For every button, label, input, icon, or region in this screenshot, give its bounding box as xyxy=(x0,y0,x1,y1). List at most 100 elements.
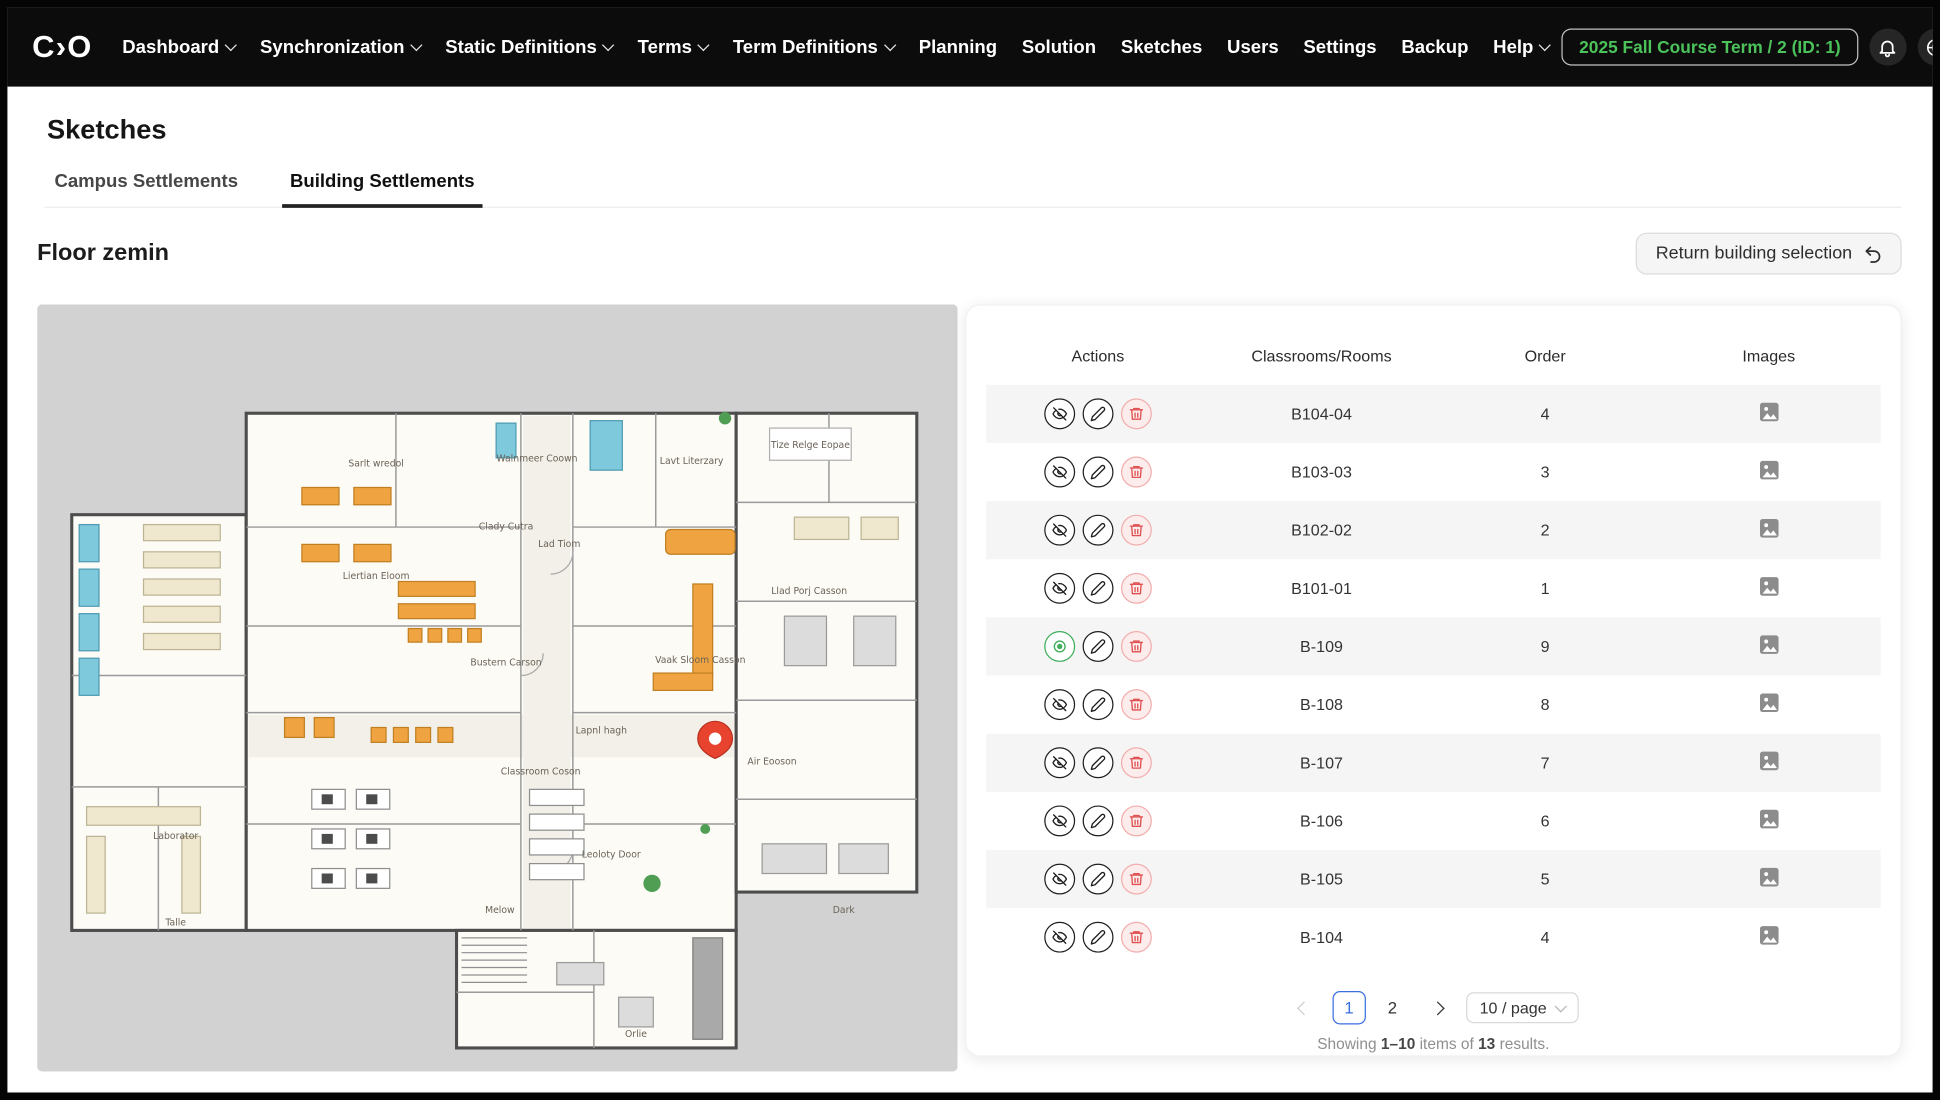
summary-total: 13 xyxy=(1478,1036,1495,1053)
delete-room-button[interactable] xyxy=(1121,515,1152,546)
pagination-prev-button[interactable] xyxy=(1288,992,1320,1024)
edit-room-button[interactable] xyxy=(1082,515,1113,546)
page-size-select[interactable]: 10 / page xyxy=(1466,992,1579,1023)
room-image-icon[interactable] xyxy=(1756,574,1781,599)
toggle-visibility-button[interactable] xyxy=(1044,747,1075,778)
room-label: Lavt Literzary xyxy=(660,456,724,467)
chevron-down-icon xyxy=(698,39,710,51)
room-image-icon[interactable] xyxy=(1756,400,1781,425)
edit-room-button[interactable] xyxy=(1082,864,1113,895)
toggle-visibility-button[interactable] xyxy=(1044,689,1075,720)
room-image-icon[interactable] xyxy=(1756,516,1781,541)
notifications-bell-icon[interactable] xyxy=(1869,28,1906,65)
room-image-icon[interactable] xyxy=(1756,690,1781,715)
language-globe-icon[interactable] xyxy=(1917,28,1932,65)
chevron-down-icon xyxy=(1555,1000,1567,1012)
floor-plan-canvas[interactable]: Sarlt wredol Walnmeer Coown Lavt Literza… xyxy=(37,304,958,1071)
delete-room-button[interactable] xyxy=(1121,398,1152,429)
active-term-badge[interactable]: 2025 Fall Course Term / 2 (ID: 1) xyxy=(1562,28,1858,65)
column-header-order: Order xyxy=(1433,325,1657,384)
panels-row: Sarlt wredol Walnmeer Coown Lavt Literza… xyxy=(37,304,1902,1071)
page-title: Sketches xyxy=(47,114,1902,146)
toggle-visibility-button[interactable] xyxy=(1044,398,1075,429)
table-row: B-106 6 xyxy=(986,792,1881,850)
room-image-icon[interactable] xyxy=(1756,749,1781,774)
room-name: B104-04 xyxy=(1210,385,1434,443)
edit-room-button[interactable] xyxy=(1082,398,1113,429)
edit-room-button[interactable] xyxy=(1082,689,1113,720)
chevron-down-icon xyxy=(410,39,422,51)
room-label: Air Eooson xyxy=(747,757,796,768)
nav-item-term-definitions[interactable]: Term Definitions xyxy=(720,36,906,57)
nav-item-backup[interactable]: Backup xyxy=(1389,36,1481,57)
nav-item-label: Solution xyxy=(1022,36,1096,57)
nav-item-settings[interactable]: Settings xyxy=(1291,36,1389,57)
nav-item-dashboard[interactable]: Dashboard xyxy=(110,36,248,57)
delete-room-button[interactable] xyxy=(1121,805,1152,836)
nav-item-planning[interactable]: Planning xyxy=(906,36,1009,57)
chevron-down-icon xyxy=(884,39,896,51)
toggle-visibility-button[interactable] xyxy=(1044,457,1075,488)
nav-item-sketches[interactable]: Sketches xyxy=(1108,36,1214,57)
chevron-down-icon xyxy=(225,39,237,51)
room-order: 3 xyxy=(1433,443,1657,501)
toggle-visibility-button[interactable] xyxy=(1044,922,1075,953)
edit-room-button[interactable] xyxy=(1082,747,1113,778)
delete-room-button[interactable] xyxy=(1121,689,1152,720)
room-name: B-107 xyxy=(1210,734,1434,792)
tab-campus-settlements[interactable]: Campus Settlements xyxy=(47,161,245,208)
nav-item-synchronization[interactable]: Synchronization xyxy=(248,36,433,57)
delete-room-button[interactable] xyxy=(1121,631,1152,662)
nav-item-solution[interactable]: Solution xyxy=(1009,36,1108,57)
floor-plan-panel[interactable]: Sarlt wredol Walnmeer Coown Lavt Literza… xyxy=(37,304,958,1071)
edit-room-button[interactable] xyxy=(1082,631,1113,662)
main-menu: DashboardSynchronizationStatic Definitio… xyxy=(110,36,1562,57)
toggle-visibility-button[interactable] xyxy=(1044,864,1075,895)
return-building-selection-button[interactable]: Return building selection xyxy=(1636,233,1902,275)
app-logo[interactable]: C›O xyxy=(32,29,92,65)
edit-room-button[interactable] xyxy=(1082,922,1113,953)
nav-right: 2025 Fall Course Term / 2 (ID: 1) xyxy=(1562,28,1933,65)
room-name: B-108 xyxy=(1210,676,1434,734)
column-header-images: Images xyxy=(1657,325,1881,384)
room-label: Orlie xyxy=(625,1029,647,1040)
room-name: B-106 xyxy=(1210,792,1434,850)
delete-room-button[interactable] xyxy=(1121,864,1152,895)
delete-room-button[interactable] xyxy=(1121,457,1152,488)
chevron-down-icon xyxy=(1539,39,1551,51)
room-image-icon[interactable] xyxy=(1756,923,1781,948)
floor-title: Floor zemin xyxy=(37,240,169,267)
room-label: Lad Tiom xyxy=(538,539,580,550)
delete-room-button[interactable] xyxy=(1121,573,1152,604)
delete-room-button[interactable] xyxy=(1121,922,1152,953)
nav-item-users[interactable]: Users xyxy=(1215,36,1291,57)
pagination-page-2[interactable]: 2 xyxy=(1376,991,1409,1024)
edit-room-button[interactable] xyxy=(1082,805,1113,836)
room-label: Walnmeer Coown xyxy=(496,453,577,464)
main-content: Sketches Campus Settlements Building Sett… xyxy=(7,87,1932,1093)
room-image-icon[interactable] xyxy=(1756,865,1781,890)
room-image-icon[interactable] xyxy=(1756,807,1781,832)
nav-item-terms[interactable]: Terms xyxy=(625,36,720,57)
nav-item-help[interactable]: Help xyxy=(1481,36,1562,57)
location-marker-button[interactable] xyxy=(1044,631,1075,662)
room-order: 4 xyxy=(1433,908,1657,966)
nav-item-static-definitions[interactable]: Static Definitions xyxy=(433,36,625,57)
edit-room-button[interactable] xyxy=(1082,573,1113,604)
edit-room-button[interactable] xyxy=(1082,457,1113,488)
room-image-icon[interactable] xyxy=(1756,458,1781,483)
toggle-visibility-button[interactable] xyxy=(1044,573,1075,604)
pagination-page-1[interactable]: 1 xyxy=(1332,991,1365,1024)
nav-item-label: Term Definitions xyxy=(733,36,878,57)
room-label: Classroom Coson xyxy=(501,767,581,778)
nav-item-label: Sketches xyxy=(1121,36,1203,57)
pagination-next-button[interactable] xyxy=(1421,992,1453,1024)
room-name: B101-01 xyxy=(1210,559,1434,617)
toggle-visibility-button[interactable] xyxy=(1044,515,1075,546)
toggle-visibility-button[interactable] xyxy=(1044,805,1075,836)
room-name: B-109 xyxy=(1210,617,1434,675)
room-label: Laborator xyxy=(153,831,198,842)
room-image-icon[interactable] xyxy=(1756,632,1781,657)
tab-building-settlements[interactable]: Building Settlements xyxy=(283,161,482,208)
delete-room-button[interactable] xyxy=(1121,747,1152,778)
